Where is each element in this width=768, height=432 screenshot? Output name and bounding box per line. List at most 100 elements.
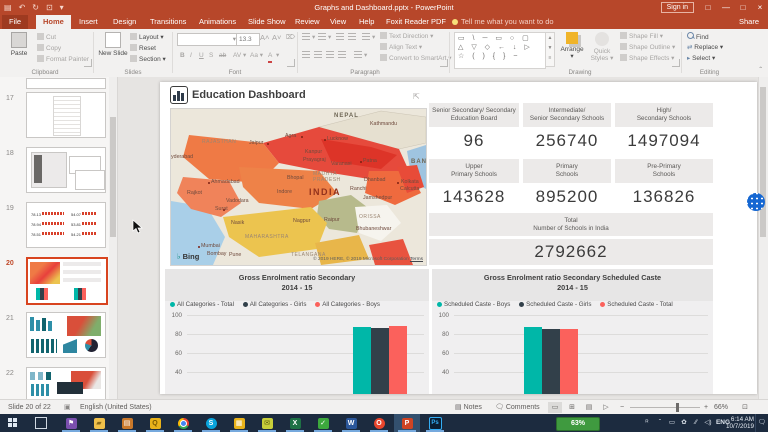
align-center-button[interactable]	[314, 51, 324, 61]
slide-canvas[interactable]: Education Dashboard ⇱ NEPAL Kathmandu RA…	[160, 82, 757, 394]
character-spacing-button[interactable]: AV ▾	[233, 51, 246, 61]
section-button[interactable]: Section ▾	[130, 55, 166, 65]
minimize-button[interactable]: —	[718, 0, 734, 15]
tab-transitions[interactable]: Transitions	[143, 15, 193, 29]
shape-gallery-scroll[interactable]: ▲ ▼ ≡	[545, 32, 555, 67]
volume-tray-icon[interactable]: ◁)	[702, 414, 714, 432]
taskbar-excel[interactable]: X	[282, 414, 308, 432]
taskbar-powerpoint-active[interactable]: P	[394, 414, 420, 432]
increase-indent-button[interactable]	[348, 33, 358, 43]
taskbar-chrome[interactable]	[170, 414, 196, 432]
bold-button[interactable]: B	[180, 51, 185, 61]
copy-button[interactable]: Copy	[37, 44, 61, 54]
task-view-button[interactable]	[28, 414, 54, 432]
change-case-button[interactable]: Aa ▾	[250, 51, 263, 61]
shape-outline-button[interactable]: Shape Outline ▾	[620, 43, 675, 53]
thumbnail-slide-20[interactable]	[26, 257, 108, 305]
line-spacing-button[interactable]: ▾	[362, 33, 375, 43]
security-tray-icon[interactable]: ✿	[678, 414, 690, 432]
stat-card-label[interactable]: Senior Secondary/ Secondary Education Boa…	[429, 103, 519, 127]
taskbar-word[interactable]: W	[338, 414, 364, 432]
shadow-button[interactable]: S	[209, 51, 213, 61]
taskbar-app-green[interactable]: ✓	[310, 414, 336, 432]
taskbar-file-explorer[interactable]: ▰	[86, 414, 112, 432]
taskbar-app-document[interactable]: ▤	[114, 414, 140, 432]
chart-gross-enrolment-secondary[interactable]: Gross Enrolment ratio Secondary 2014 - 15…	[165, 269, 429, 394]
replace-button[interactable]: ⇄ Replace ▾	[687, 43, 723, 53]
tab-animations[interactable]: Animations	[192, 15, 243, 29]
expand-icon[interactable]: ⇱	[413, 92, 423, 102]
underline-button[interactable]: U	[199, 51, 204, 61]
bar-total[interactable]	[560, 329, 578, 394]
notes-button[interactable]: ▤ Notes	[455, 400, 482, 415]
columns-button[interactable]: ▾	[354, 51, 367, 61]
taskbar-photos[interactable]: ▦	[226, 414, 252, 432]
tab-view[interactable]: View	[323, 15, 353, 29]
select-button[interactable]: ▸ Select ▾	[687, 54, 715, 64]
normal-view-button[interactable]: ▭	[548, 402, 562, 413]
editor-scrollbar[interactable]	[758, 77, 768, 399]
reading-view-button[interactable]: ▤	[582, 402, 596, 413]
language-indicator[interactable]: English (United States)	[80, 400, 152, 415]
bar-total[interactable]	[353, 327, 371, 394]
thumbnail-slide-18[interactable]	[26, 147, 106, 193]
stat-card-label[interactable]: Primary Schools	[523, 159, 611, 183]
people-tray-icon[interactable]: ᴿ	[640, 414, 654, 432]
reset-button[interactable]: Reset	[130, 44, 156, 54]
stat-card-value[interactable]: 256740	[523, 131, 611, 151]
tab-insert[interactable]: Insert	[72, 15, 105, 29]
zoom-level[interactable]: 66%	[714, 400, 728, 415]
clipboard-dialog-launcher[interactable]	[84, 59, 92, 67]
paste-button[interactable]: Paste	[4, 31, 34, 67]
stat-card-label[interactable]: Intermediate/Senior Secondary Schools	[523, 103, 611, 127]
ribbon-display-options-button[interactable]: □	[700, 0, 716, 15]
tab-foxit-reader-pdf[interactable]: Foxit Reader PDF	[379, 15, 453, 29]
stat-card-value[interactable]: 136826	[615, 187, 713, 207]
sign-in-button[interactable]: Sign in	[660, 2, 694, 13]
thumbnail-slide-21[interactable]	[26, 312, 106, 358]
find-button[interactable]: Find	[687, 32, 709, 42]
thumbnail-slide-16[interactable]	[26, 78, 106, 89]
taskbar-skype[interactable]: S	[198, 414, 224, 432]
stat-total-value[interactable]: 2792662	[429, 239, 713, 265]
format-painter-button[interactable]: Format Painter	[37, 55, 89, 65]
share-button[interactable]: Share	[732, 15, 766, 29]
taskbar-app-q[interactable]: Q	[142, 414, 168, 432]
slideshow-view-button[interactable]: ▷	[599, 402, 613, 413]
clear-formatting-button[interactable]: ⌦	[286, 33, 295, 43]
grow-font-button[interactable]: A˄	[260, 33, 269, 43]
comments-button[interactable]: 🗨 Comments	[495, 400, 540, 415]
stat-card-label[interactable]: Pre-Primary Schools	[615, 159, 713, 183]
stat-total-label[interactable]: Total Number of Schools in India	[429, 213, 713, 236]
tab-review[interactable]: Review	[288, 15, 327, 29]
cut-button[interactable]: Cut	[37, 33, 56, 43]
taskbar-opera[interactable]: O	[366, 414, 392, 432]
network-tray-icon[interactable]: ⁄⁄	[690, 414, 702, 432]
tab-file[interactable]: File	[2, 15, 29, 29]
zoom-slider-track[interactable]	[630, 407, 700, 408]
font-dialog-launcher[interactable]	[287, 59, 295, 67]
stat-card-value[interactable]: 96	[429, 131, 519, 151]
bar-boys[interactable]	[389, 326, 407, 394]
thumbnail-scrollbar[interactable]	[109, 77, 117, 399]
zoom-out-button[interactable]: −	[620, 400, 624, 415]
taskbar-clock[interactable]: 6:14 AM 10/7/2019	[726, 416, 754, 430]
quick-styles-button[interactable]: EditingQuickStyles ▾	[588, 31, 616, 67]
chart-gross-enrolment-secondary-sc[interactable]: Gross Enrolment ratio Secondary Schedule…	[432, 269, 713, 394]
slide-title[interactable]: Education Dashboard	[192, 89, 306, 101]
font-name-combo[interactable]: ▾	[177, 33, 237, 46]
taskbar-mail[interactable]: ✉	[254, 414, 280, 432]
battery-indicator[interactable]: 63%	[556, 417, 600, 431]
stat-card-value[interactable]: 143628	[429, 187, 519, 207]
stat-card-value[interactable]: 895200	[523, 187, 611, 207]
align-left-button[interactable]	[302, 51, 312, 61]
map-terms-link[interactable]: Terms	[410, 257, 423, 262]
slide-sorter-view-button[interactable]: ⊞	[565, 402, 579, 413]
paragraph-dialog-launcher[interactable]	[440, 59, 448, 67]
text-direction-button[interactable]: Text Direction ▾	[380, 32, 433, 42]
zoom-slider-thumb[interactable]	[676, 403, 679, 412]
arrange-button[interactable]: Arrange ▾	[558, 31, 586, 67]
font-color-button[interactable]: A	[268, 51, 273, 63]
numbering-button[interactable]: ▾	[318, 33, 331, 43]
display-tray-icon[interactable]: ▭	[666, 414, 678, 432]
